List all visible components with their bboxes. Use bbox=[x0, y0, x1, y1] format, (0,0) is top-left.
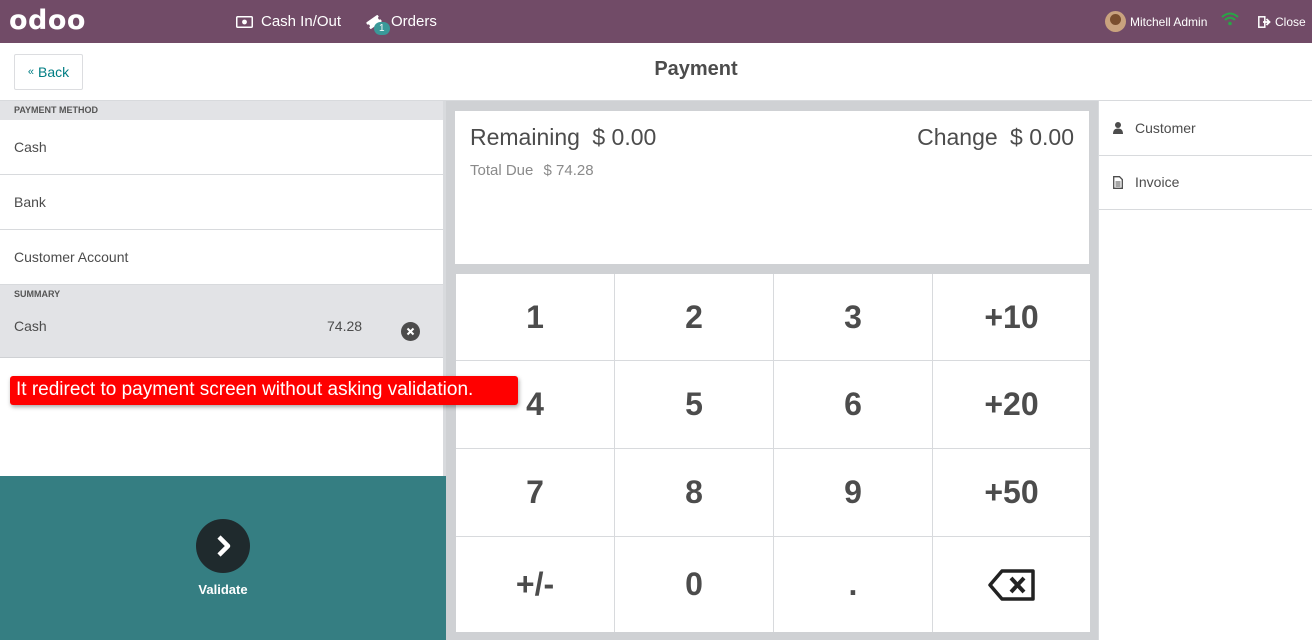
numpad-key-backspace[interactable] bbox=[933, 537, 1090, 632]
paymentline-amount: 74.28 bbox=[327, 318, 363, 334]
close-button[interactable]: Close bbox=[1258, 0, 1306, 43]
total-due: Total Due $ 74.28 bbox=[470, 162, 594, 179]
screen-header: « Back Payment bbox=[0, 43, 1312, 101]
orders-count-badge: 1 bbox=[374, 21, 390, 35]
invoice-label: Invoice bbox=[1135, 174, 1180, 190]
file-icon bbox=[1113, 175, 1123, 189]
payment-status: Remaining $ 0.00 Change $ 0.00 Total Due… bbox=[455, 111, 1089, 264]
times-circle-icon[interactable] bbox=[401, 322, 420, 341]
numpad-key-6[interactable]: 6 bbox=[774, 361, 932, 448]
payment-method-label: Customer Account bbox=[14, 249, 129, 265]
validate-label: Validate bbox=[198, 582, 248, 597]
wifi-icon bbox=[1221, 12, 1239, 31]
odoo-logo: odoo bbox=[9, 5, 86, 36]
payment-right-panel: Customer Invoice bbox=[1098, 101, 1312, 640]
payment-center: Remaining $ 0.00 Change $ 0.00 Total Due… bbox=[446, 101, 1098, 640]
total-due-value: $ 74.28 bbox=[543, 162, 594, 179]
numpad-key-1[interactable]: 1 bbox=[456, 274, 614, 360]
orders-label: Orders bbox=[391, 13, 437, 30]
numpad-key-0[interactable]: 0 bbox=[615, 537, 773, 632]
remaining-label: Remaining bbox=[470, 124, 580, 150]
ticket-icon: 1 bbox=[365, 13, 390, 35]
remaining-value: $ 0.00 bbox=[592, 124, 657, 150]
close-label: Close bbox=[1275, 14, 1306, 29]
validate-button[interactable]: Validate bbox=[0, 476, 446, 640]
numpad-key-2[interactable]: 2 bbox=[615, 274, 773, 360]
numpad-key-plus10[interactable]: +10 bbox=[933, 274, 1090, 360]
payment-method-heading: PAYMENT METHOD bbox=[0, 101, 443, 120]
numpad-key-8[interactable]: 8 bbox=[615, 449, 773, 536]
numpad-key-5[interactable]: 5 bbox=[615, 361, 773, 448]
paymentline[interactable]: Cash 74.28 bbox=[0, 303, 443, 358]
payment-method-cash[interactable]: Cash bbox=[0, 120, 443, 175]
avatar bbox=[1105, 11, 1126, 32]
numpad-key-9[interactable]: 9 bbox=[774, 449, 932, 536]
user-name: Mitchell Admin bbox=[1130, 14, 1208, 29]
payment-method-customer-account[interactable]: Customer Account bbox=[0, 230, 443, 285]
numpad-key-plus20[interactable]: +20 bbox=[933, 361, 1090, 448]
payment-method-label: Bank bbox=[14, 194, 46, 210]
summary-heading: SUMMARY bbox=[0, 285, 443, 304]
change: Change $ 0.00 bbox=[917, 124, 1074, 151]
change-value: $ 0.00 bbox=[1010, 124, 1074, 150]
numpad-key-decimal[interactable]: . bbox=[774, 537, 932, 632]
change-label: Change bbox=[917, 124, 998, 150]
money-icon bbox=[236, 15, 253, 28]
customer-label: Customer bbox=[1135, 120, 1196, 136]
annotation-note: It redirect to payment screen without as… bbox=[10, 376, 518, 405]
payment-method-bank[interactable]: Bank bbox=[0, 175, 443, 230]
chevron-right-icon bbox=[196, 519, 250, 573]
cash-in-out-label: Cash In/Out bbox=[261, 13, 342, 30]
user-icon bbox=[1113, 122, 1123, 134]
numpad-key-7[interactable]: 7 bbox=[456, 449, 614, 536]
numpad-key-3[interactable]: 3 bbox=[774, 274, 932, 360]
user-menu[interactable]: Mitchell Admin bbox=[1105, 0, 1207, 43]
backspace-icon bbox=[987, 568, 1036, 602]
sign-out-icon bbox=[1258, 15, 1271, 28]
orders-button[interactable]: 1 Orders bbox=[365, 0, 437, 43]
remaining: Remaining $ 0.00 bbox=[470, 124, 656, 151]
top-navbar: odoo Cash In/Out 1 Orders Mitchell Admin… bbox=[0, 0, 1312, 43]
cash-in-out-button[interactable]: Cash In/Out bbox=[236, 0, 341, 43]
customer-button[interactable]: Customer bbox=[1099, 101, 1312, 156]
numpad: 1 2 3 +10 4 5 6 +20 7 8 9 +50 +/- 0 . bbox=[456, 274, 1090, 632]
payment-method-label: Cash bbox=[14, 139, 47, 155]
invoice-button[interactable]: Invoice bbox=[1099, 155, 1312, 210]
page-title: Payment bbox=[654, 58, 738, 80]
numpad-key-plus50[interactable]: +50 bbox=[933, 449, 1090, 536]
total-due-label: Total Due bbox=[470, 162, 534, 179]
paymentline-method: Cash bbox=[14, 318, 47, 334]
numpad-key-sign[interactable]: +/- bbox=[456, 537, 614, 632]
